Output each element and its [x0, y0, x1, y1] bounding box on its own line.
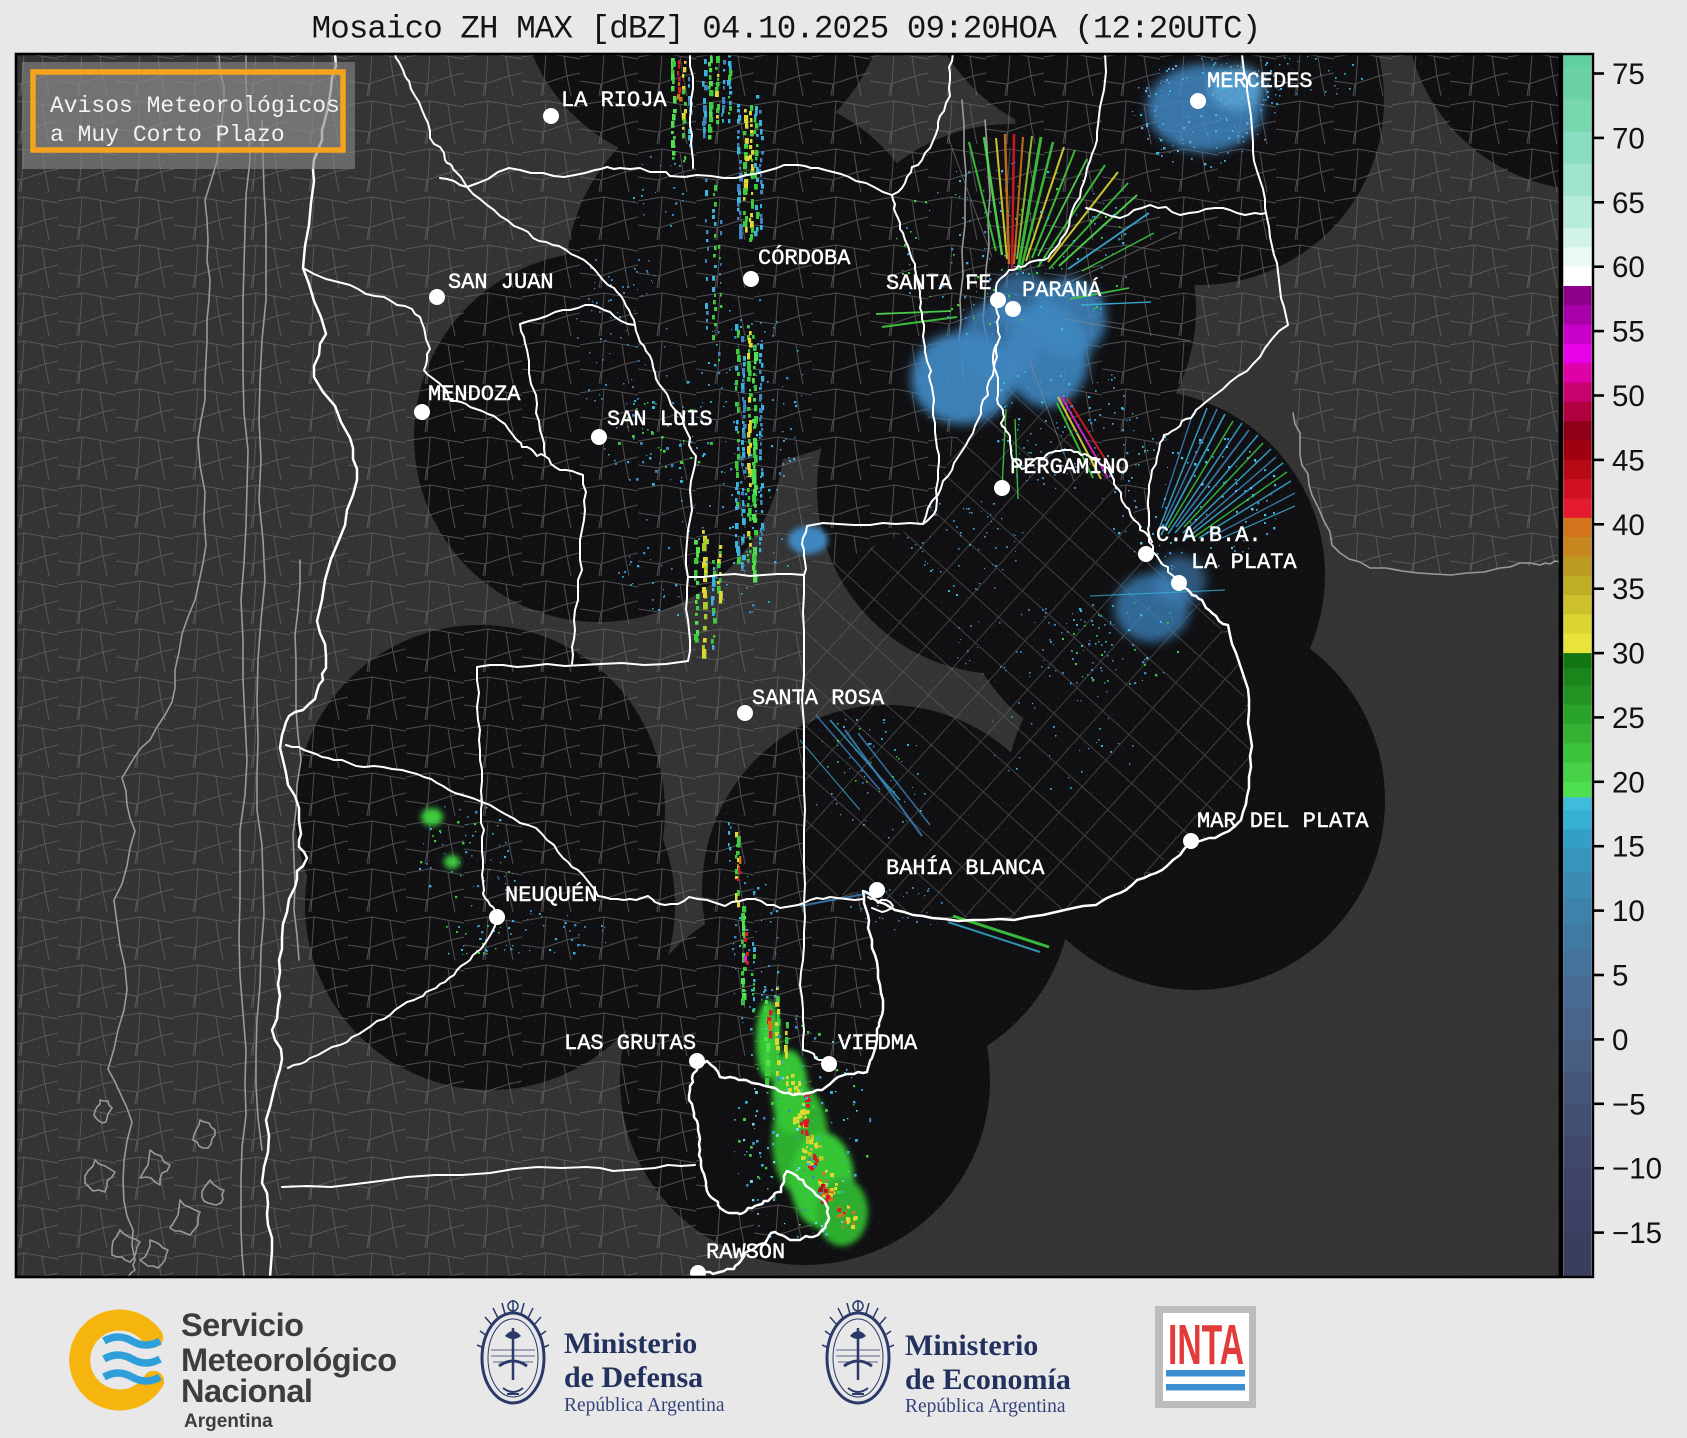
- svg-text:60: 60: [1612, 251, 1645, 284]
- svg-text:5: 5: [1612, 960, 1628, 993]
- svg-text:40: 40: [1612, 509, 1645, 542]
- svg-text:de Economía: de Economía: [905, 1363, 1071, 1396]
- svg-text:de Defensa: de Defensa: [564, 1361, 703, 1394]
- svg-text:República Argentina: República Argentina: [905, 1396, 1066, 1417]
- svg-text:Ministerio: Ministerio: [905, 1329, 1038, 1362]
- svg-text:15: 15: [1612, 831, 1645, 864]
- svg-text:LAS GRUTAS: LAS GRUTAS: [564, 1031, 696, 1056]
- svg-text:Mosaico ZH MAX [dBZ] 04.10.202: Mosaico ZH MAX [dBZ] 04.10.2025 09:20HOA…: [312, 11, 1261, 48]
- svg-text:LA RIOJA: LA RIOJA: [561, 88, 667, 113]
- svg-text:70: 70: [1612, 122, 1645, 155]
- svg-text:10: 10: [1612, 895, 1645, 928]
- svg-text:MERCEDES: MERCEDES: [1207, 69, 1313, 94]
- svg-text:VIEDMA: VIEDMA: [838, 1031, 918, 1056]
- svg-text:−10: −10: [1612, 1153, 1662, 1186]
- svg-text:−5: −5: [1612, 1088, 1646, 1121]
- svg-text:Nacional: Nacional: [181, 1373, 312, 1409]
- svg-text:a Muy Corto Plazo: a Muy Corto Plazo: [50, 122, 285, 148]
- svg-text:Argentina: Argentina: [184, 1411, 273, 1432]
- svg-text:25: 25: [1612, 702, 1645, 735]
- svg-text:20: 20: [1612, 766, 1645, 799]
- svg-text:0: 0: [1612, 1024, 1628, 1057]
- svg-text:65: 65: [1612, 187, 1645, 220]
- svg-text:55: 55: [1612, 316, 1645, 349]
- svg-text:PERGAMINO: PERGAMINO: [1010, 455, 1129, 480]
- svg-text:MAR DEL PLATA: MAR DEL PLATA: [1197, 809, 1369, 834]
- svg-text:SAN JUAN: SAN JUAN: [448, 270, 554, 295]
- svg-text:RAWSON: RAWSON: [706, 1240, 785, 1265]
- svg-text:LA PLATA: LA PLATA: [1191, 550, 1297, 575]
- svg-text:50: 50: [1612, 380, 1645, 413]
- svg-text:BAHÍA BLANCA: BAHÍA BLANCA: [886, 855, 1045, 881]
- svg-text:Servicio: Servicio: [181, 1307, 303, 1343]
- svg-text:Ministerio: Ministerio: [564, 1327, 697, 1360]
- svg-text:PARANÁ: PARANÁ: [1022, 277, 1102, 303]
- svg-text:República Argentina: República Argentina: [564, 1395, 725, 1416]
- svg-text:−15: −15: [1612, 1217, 1662, 1250]
- svg-text:35: 35: [1612, 573, 1645, 606]
- svg-text:C.A.B.A.: C.A.B.A.: [1156, 523, 1262, 548]
- svg-text:75: 75: [1612, 58, 1645, 91]
- svg-text:SAN LUIS: SAN LUIS: [607, 407, 713, 432]
- svg-text:Avisos Meteorológicos: Avisos Meteorológicos: [50, 93, 340, 119]
- svg-text:INTA: INTA: [1168, 1313, 1244, 1377]
- svg-text:CÓRDOBA: CÓRDOBA: [758, 245, 851, 271]
- svg-text:SANTA FE: SANTA FE: [886, 271, 992, 296]
- svg-text:MENDOZA: MENDOZA: [428, 382, 521, 407]
- svg-text:30: 30: [1612, 638, 1645, 671]
- svg-text:NEUQUÉN: NEUQUÉN: [505, 882, 597, 908]
- svg-text:45: 45: [1612, 444, 1645, 477]
- svg-text:SANTA ROSA: SANTA ROSA: [752, 686, 885, 711]
